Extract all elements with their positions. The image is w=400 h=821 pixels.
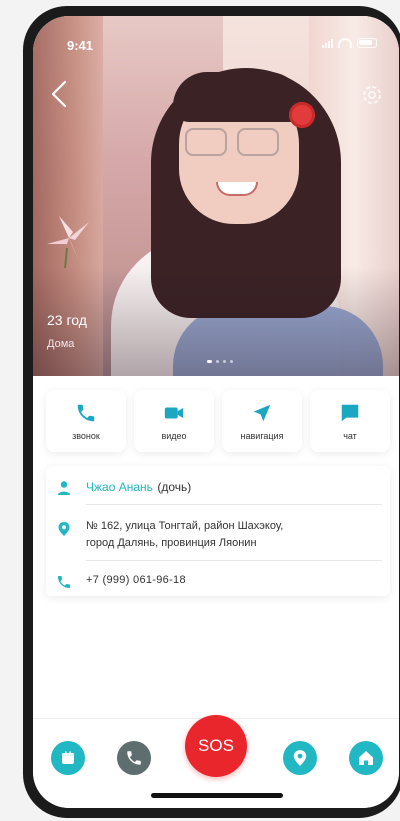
contact-phone-row[interactable]: +7 (999) 061-96-18 [46,574,390,590]
video-label: видео [161,430,187,441]
navigation-button[interactable]: навигация [222,390,302,452]
location-pin-icon [293,750,307,766]
chat-label: чат [343,430,357,441]
profile-photo [33,16,399,376]
contact-relation: (дочь) [157,480,192,494]
sos-button[interactable]: SOS [185,715,247,777]
contact-name: Чжао Анань [86,480,153,494]
address-line-2: город Далянь, провинция Ляонин [86,537,257,549]
profile-age: 23 год [47,312,87,328]
status-time: 9:41 [67,38,94,53]
calendar-icon [62,751,74,764]
divider [86,504,382,505]
location-pin-icon [58,522,70,536]
person-icon [58,481,70,495]
profile-location: Дома [47,338,75,350]
video-camera-icon [164,407,184,418]
location-nav-button[interactable] [283,741,317,775]
wifi-icon [338,38,352,48]
call-label: звонок [72,430,100,441]
screen: 9:41 23 год Дома звонок видео навигация … [33,16,399,808]
address-line-1: № 162, улица Тонгтай, район Шахэкоу, [86,520,284,532]
chat-bubble-icon [341,404,359,421]
status-icons [322,38,377,48]
navigation-arrow-icon [253,404,271,421]
chat-button[interactable]: чат [310,390,390,452]
settings-button[interactable] [359,82,385,108]
gear-icon [363,86,381,104]
photo-page-indicator[interactable] [207,360,233,363]
contact-name-row[interactable]: Чжао Анань (дочь) [46,480,390,498]
back-button[interactable] [45,76,75,112]
phone-frame: 9:41 23 год Дома звонок видео навигация … [23,6,400,818]
battery-icon [357,38,377,48]
phone-nav-button[interactable] [117,741,151,775]
signal-icon [322,38,333,48]
video-button[interactable]: видео [134,390,214,452]
bottom-navigation: SOS [33,715,399,808]
home-indicator[interactable] [151,793,283,798]
contact-card: Чжао Анань (дочь) № 162, улица Тонгтай, … [46,466,390,596]
home-nav-button[interactable] [349,741,383,775]
contact-phone: +7 (999) 061-96-18 [86,574,186,586]
calendar-button[interactable] [51,741,85,775]
flower-decoration [47,216,89,268]
phone-icon [127,751,141,765]
phone-icon [77,404,95,421]
call-button[interactable]: звонок [46,390,126,452]
navigation-label: навигация [240,430,284,441]
divider [86,560,382,561]
chevron-left-icon [51,80,67,108]
home-icon [359,751,373,765]
contact-address-row[interactable]: № 162, улица Тонгтай, район Шахэкоу, гор… [46,518,390,552]
hair-flower [289,102,315,128]
phone-icon [58,576,70,588]
action-buttons: звонок видео навигация чат [46,390,390,452]
